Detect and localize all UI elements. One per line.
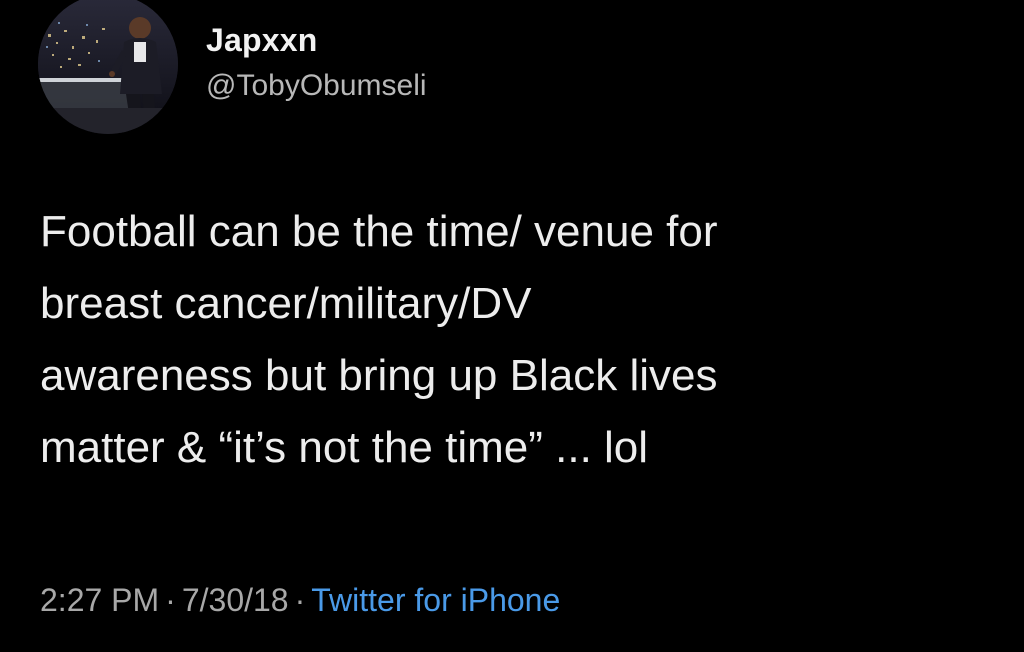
display-name[interactable]: Japxxn bbox=[206, 22, 427, 58]
avatar-photo-icon bbox=[38, 0, 178, 134]
tweet-date[interactable]: 7/30/18 bbox=[182, 582, 289, 618]
tweet-source-link[interactable]: Twitter for iPhone bbox=[311, 582, 560, 618]
avatar[interactable] bbox=[38, 0, 178, 134]
tweet-meta: 2:27 PM · 7/30/18 · Twitter for iPhone bbox=[40, 580, 560, 620]
tweet-text: Football can be the time/ venue for brea… bbox=[40, 207, 718, 472]
user-handle[interactable]: @TobyObumseli bbox=[206, 68, 427, 104]
tweet-card: Japxxn @TobyObumseli Football can be the… bbox=[0, 0, 1024, 652]
meta-separator: · bbox=[294, 582, 306, 618]
meta-separator: · bbox=[165, 582, 176, 618]
tweet-time[interactable]: 2:27 PM bbox=[40, 582, 159, 618]
user-names: Japxxn @TobyObumseli bbox=[206, 22, 427, 104]
